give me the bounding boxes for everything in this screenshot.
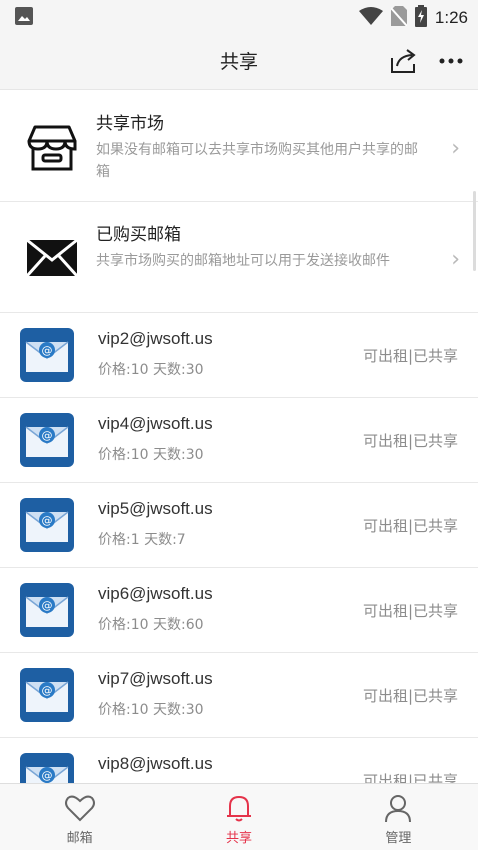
share-market-desc: 如果没有邮箱可以去共享市场购买其他用户共享的邮箱 (96, 142, 418, 180)
nav-tab-manage[interactable]: 管理 (319, 784, 478, 850)
mailbox-status: 可出租|已共享 (362, 347, 458, 365)
chevron-right-icon: › (451, 136, 460, 161)
status-bar: 1:26 (0, 0, 478, 32)
chevron-right-icon: › (451, 247, 460, 272)
mailbox-status: 可出租|已共享 (362, 432, 458, 450)
nav-tab-mailbox[interactable]: 邮箱 (0, 784, 159, 850)
share-market-entry[interactable]: 共享市场 如果没有邮箱可以去共享市场购买其他用户共享的邮箱 › (0, 91, 478, 202)
mailbox-row[interactable]: @ vip2@jwsoft.us 价格:10 天数:30 可出租|已共享 (0, 313, 478, 398)
mailbox-address: vip8@jwsoft.us (98, 754, 213, 773)
mailbox-address: vip5@jwsoft.us (98, 499, 213, 518)
mailbox-row[interactable]: @ vip5@jwsoft.us 价格:1 天数:7 可出租|已共享 (0, 483, 478, 568)
mailbox-price-days: 价格:10 天数:60 (98, 617, 204, 633)
mailbox-address: vip7@jwsoft.us (98, 669, 213, 688)
nav-tab-share[interactable]: 共享 (159, 784, 318, 850)
mailbox-status: 可出租|已共享 (362, 772, 458, 783)
mailbox-price-days: 价格:10 天数:30 (98, 447, 204, 463)
mail-app-icon: @ (20, 668, 74, 722)
share-export-button[interactable] (388, 46, 418, 76)
mailbox-address: vip2@jwsoft.us (98, 329, 213, 348)
svg-text:@: @ (42, 769, 53, 782)
mail-app-icon: @ (20, 498, 74, 552)
mail-app-icon: @ (20, 583, 74, 637)
mailbox-price-days: 价格:1 天数:7 (98, 532, 186, 548)
purchased-mailbox-desc: 共享市场购买的邮箱地址可以用于发送接收邮件 (96, 253, 390, 269)
store-icon (25, 121, 79, 175)
mail-app-icon: @ (20, 328, 74, 382)
mailbox-row[interactable]: @ vip6@jwsoft.us 价格:10 天数:60 可出租|已共享 (0, 568, 478, 653)
mailbox-status: 可出租|已共享 (362, 687, 458, 705)
mailbox-row[interactable]: @ vip7@jwsoft.us 价格:10 天数:30 可出租|已共享 (0, 653, 478, 738)
mail-app-icon: @ (20, 413, 74, 467)
mailbox-price-days: 价格:10 天数:30 (98, 702, 204, 718)
envelope-icon (25, 232, 79, 286)
more-options-button[interactable] (436, 46, 466, 76)
scrollbar[interactable] (473, 191, 476, 271)
mailbox-address: vip4@jwsoft.us (98, 414, 213, 433)
wifi-icon (358, 7, 383, 29)
purchased-mailbox-entry[interactable]: 已购买邮箱 共享市场购买的邮箱地址可以用于发送接收邮件 › (0, 202, 478, 313)
svg-text:@: @ (42, 599, 53, 612)
person-icon (385, 795, 412, 823)
share-export-icon (391, 49, 416, 73)
svg-text:@: @ (42, 344, 53, 357)
mailbox-address: vip6@jwsoft.us (98, 584, 213, 603)
share-market-title: 共享市场 (96, 114, 164, 134)
bell-icon (226, 795, 251, 822)
nav-tab-label: 管理 (385, 831, 412, 846)
top-app-bar: 共享 (0, 32, 478, 90)
mailbox-row[interactable]: @ vip8@jwsoft.us 可出租|已共享 (0, 738, 478, 783)
no-sim-icon (390, 6, 408, 30)
bottom-navigation: 邮箱 共享 管理 (0, 783, 478, 850)
mailbox-row[interactable]: @ vip4@jwsoft.us 价格:10 天数:30 可出租|已共享 (0, 398, 478, 483)
more-icon (439, 58, 463, 64)
purchased-mailbox-title: 已购买邮箱 (96, 225, 181, 245)
svg-text:@: @ (42, 429, 53, 442)
battery-charging-icon (414, 5, 427, 31)
nav-tab-label: 邮箱 (66, 831, 93, 846)
share-content-list[interactable]: 共享市场 如果没有邮箱可以去共享市场购买其他用户共享的邮箱 › 已购买邮箱 共享… (0, 91, 478, 783)
clock-time: 1:26 (434, 8, 468, 27)
nav-tab-label: 共享 (225, 831, 252, 846)
mailbox-status: 可出租|已共享 (362, 602, 458, 620)
heart-icon (64, 795, 95, 822)
svg-text:@: @ (42, 514, 53, 527)
mailbox-price-days: 价格:10 天数:30 (98, 362, 204, 378)
mailbox-status: 可出租|已共享 (362, 517, 458, 535)
mail-app-icon: @ (20, 753, 74, 783)
svg-text:@: @ (42, 684, 53, 697)
gallery-icon (15, 7, 33, 29)
